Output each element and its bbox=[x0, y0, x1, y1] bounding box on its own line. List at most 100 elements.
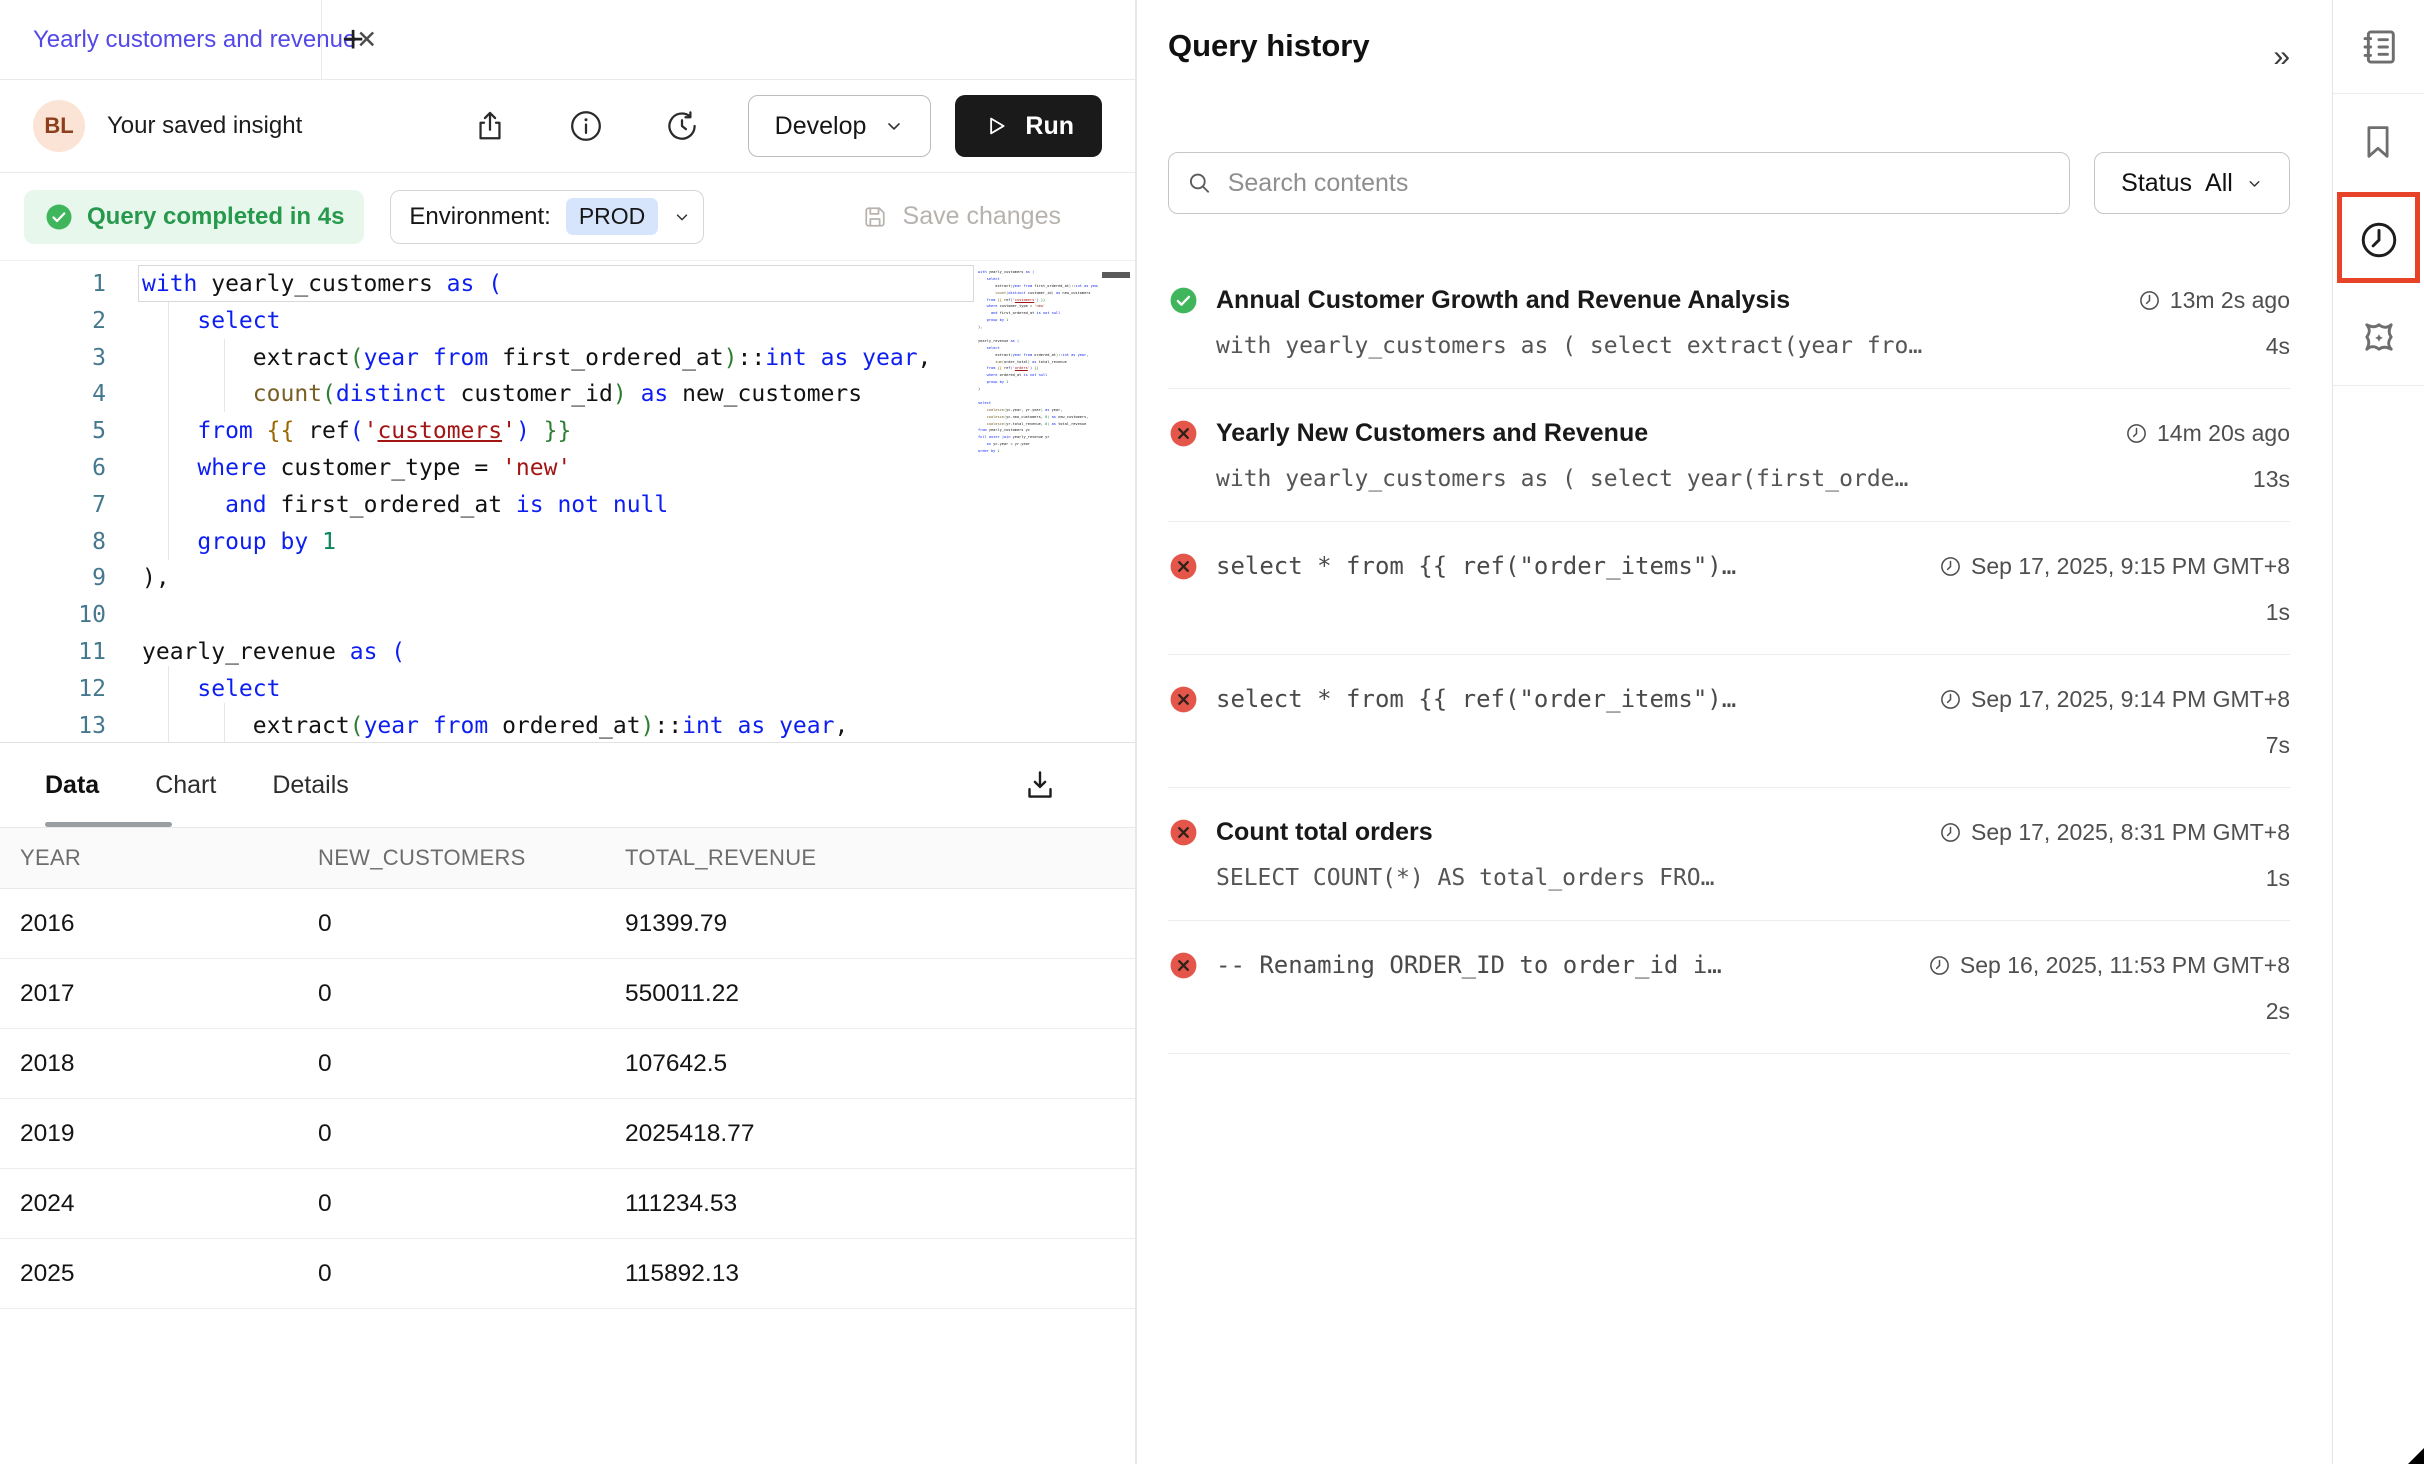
line-number: 7 bbox=[0, 487, 106, 524]
status-filter-value: All bbox=[2205, 169, 2233, 198]
query-history-icon[interactable] bbox=[2357, 218, 2401, 262]
page-title: Query history bbox=[1168, 28, 1370, 64]
sql-editor[interactable]: 1with yearly_customers as (2 select3 ext… bbox=[0, 261, 1135, 743]
history-item-duration: 1s bbox=[2266, 865, 2290, 892]
table-cell: 2016 bbox=[20, 910, 318, 938]
save-changes-button[interactable]: Save changes bbox=[861, 202, 1061, 231]
active-tab-indicator bbox=[45, 822, 172, 827]
code-text: extract(year from first_ordered_at)::int… bbox=[142, 340, 931, 377]
table-cell: 2019 bbox=[20, 1120, 318, 1148]
line-number: 11 bbox=[0, 634, 106, 671]
environment-label: Environment: bbox=[409, 203, 550, 231]
history-item[interactable]: select * from {{ ref("order_items")…Sep … bbox=[1168, 522, 2290, 655]
line-number: 2 bbox=[0, 303, 106, 340]
collapse-panel-icon[interactable]: » bbox=[2273, 40, 2290, 74]
tab-details[interactable]: Details bbox=[272, 771, 348, 800]
code-text: group by 1 bbox=[142, 524, 336, 561]
version-history-icon[interactable] bbox=[664, 108, 700, 144]
code-line[interactable]: 7 and first_ordered_at is not null bbox=[0, 487, 1135, 524]
history-item[interactable]: Annual Customer Growth and Revenue Analy… bbox=[1168, 256, 2290, 389]
avatar: BL bbox=[33, 100, 85, 152]
line-number: 9 bbox=[0, 560, 106, 597]
history-item-time: Sep 16, 2025, 11:53 PM GMT+8 bbox=[1908, 952, 2290, 979]
history-item[interactable]: select * from {{ ref("order_items")…Sep … bbox=[1168, 655, 2290, 788]
resize-corner bbox=[2408, 1448, 2424, 1464]
history-item-query: with yearly_customers as ( select extrac… bbox=[1216, 333, 1922, 359]
code-line[interactable]: 3 extract(year from first_ordered_at)::i… bbox=[0, 340, 1135, 377]
code-text: count(distinct customer_id) as new_custo… bbox=[142, 376, 862, 413]
line-number: 6 bbox=[0, 450, 106, 487]
tab-bar: Yearly customers and revenue ✕ + bbox=[0, 0, 1135, 80]
history-item-time: Sep 17, 2025, 9:14 PM GMT+8 bbox=[1919, 686, 2290, 713]
notebook-icon[interactable] bbox=[2357, 25, 2401, 69]
environment-value: PROD bbox=[566, 198, 658, 235]
download-icon[interactable] bbox=[1022, 767, 1058, 803]
code-line[interactable]: 10 bbox=[0, 597, 1135, 634]
line-number: 5 bbox=[0, 413, 106, 450]
query-history-panel: Query history » Status All Annual Custom… bbox=[1137, 0, 2332, 1464]
history-item[interactable]: -- Renaming ORDER_ID to order_id i…Sep 1… bbox=[1168, 921, 2290, 1054]
editor-scrollbar-thumb[interactable] bbox=[1102, 272, 1130, 278]
code-line[interactable]: 4 count(distinct customer_id) as new_cus… bbox=[0, 376, 1135, 413]
table-row[interactable]: 2016091399.79 bbox=[0, 889, 1135, 959]
status-bar: Query completed in 4s Environment: PROD … bbox=[0, 173, 1135, 261]
table-row[interactable]: 20240111234.53 bbox=[0, 1169, 1135, 1239]
line-number: 3 bbox=[0, 340, 106, 377]
code-line[interactable]: 9), bbox=[0, 560, 1135, 597]
code-line[interactable]: 1with yearly_customers as ( bbox=[0, 266, 1135, 303]
check-circle-icon bbox=[44, 202, 74, 232]
code-line[interactable]: 6 where customer_type = 'new' bbox=[0, 450, 1135, 487]
error-icon bbox=[1168, 551, 1199, 582]
history-item[interactable]: Yearly New Customers and Revenue14m 20s … bbox=[1168, 389, 2290, 522]
error-icon bbox=[1168, 950, 1199, 981]
history-item-duration: 13s bbox=[2253, 466, 2290, 493]
table-cell: 2024 bbox=[20, 1190, 318, 1218]
tab-title: Yearly customers and revenue bbox=[33, 26, 356, 54]
clock-icon bbox=[2125, 422, 2148, 445]
code-text: select bbox=[142, 671, 280, 708]
line-number: 10 bbox=[0, 597, 106, 634]
table-row[interactable]: 201902025418.77 bbox=[0, 1099, 1135, 1169]
success-icon bbox=[1168, 285, 1199, 316]
clock-icon bbox=[2138, 289, 2161, 312]
share-icon[interactable] bbox=[472, 108, 508, 144]
code-line[interactable]: 11yearly_revenue as ( bbox=[0, 634, 1135, 671]
results-tab-bar: Data Chart Details bbox=[0, 743, 1135, 827]
info-icon[interactable] bbox=[568, 108, 604, 144]
dbt-icon[interactable] bbox=[2357, 315, 2401, 359]
code-line[interactable]: 12 select bbox=[0, 671, 1135, 708]
table-cell: 91399.79 bbox=[625, 910, 1135, 938]
table-cell: 0 bbox=[318, 1120, 625, 1148]
environment-selector[interactable]: Environment: PROD bbox=[390, 190, 704, 244]
code-line[interactable]: 5 from {{ ref('customers') }} bbox=[0, 413, 1135, 450]
results-table: 2016091399.7920170550011.2220180107642.5… bbox=[0, 889, 1135, 1309]
table-row[interactable]: 20180107642.5 bbox=[0, 1029, 1135, 1099]
table-cell: 2025418.77 bbox=[625, 1120, 1135, 1148]
tab-yearly-customers-and-revenue[interactable]: Yearly customers and revenue ✕ bbox=[0, 0, 322, 79]
status-filter-dropdown[interactable]: Status All bbox=[2094, 152, 2290, 214]
table-cell: 0 bbox=[318, 1260, 625, 1288]
history-item-title: select * from {{ ref("order_items")… bbox=[1216, 552, 1736, 580]
code-line[interactable]: 2 select bbox=[0, 303, 1135, 340]
new-tab-button[interactable]: + bbox=[342, 21, 364, 59]
tab-chart[interactable]: Chart bbox=[155, 771, 216, 800]
history-filters: Status All bbox=[1168, 152, 2290, 214]
history-item[interactable]: Count total ordersSep 17, 2025, 8:31 PM … bbox=[1168, 788, 2290, 921]
develop-dropdown[interactable]: Develop bbox=[748, 95, 932, 157]
table-cell: 0 bbox=[318, 910, 625, 938]
code-line[interactable]: 13 extract(year from ordered_at)::int as… bbox=[0, 708, 1135, 743]
search-box[interactable] bbox=[1168, 152, 2070, 214]
search-input[interactable] bbox=[1226, 168, 2051, 199]
editor-minimap[interactable]: with yearly_customers as ( select extrac… bbox=[978, 269, 1098, 734]
run-button[interactable]: Run bbox=[955, 95, 1102, 157]
bookmark-icon[interactable] bbox=[2357, 121, 2401, 165]
chevron-down-icon bbox=[884, 116, 904, 136]
history-item-time: 14m 20s ago bbox=[2105, 420, 2290, 447]
code-text: select bbox=[142, 303, 280, 340]
error-icon bbox=[1168, 817, 1199, 848]
tab-data[interactable]: Data bbox=[45, 771, 99, 800]
table-row[interactable]: 20250115892.13 bbox=[0, 1239, 1135, 1309]
code-line[interactable]: 8 group by 1 bbox=[0, 524, 1135, 561]
column-header: TOTAL_REVENUE bbox=[625, 845, 1135, 871]
table-row[interactable]: 20170550011.22 bbox=[0, 959, 1135, 1029]
